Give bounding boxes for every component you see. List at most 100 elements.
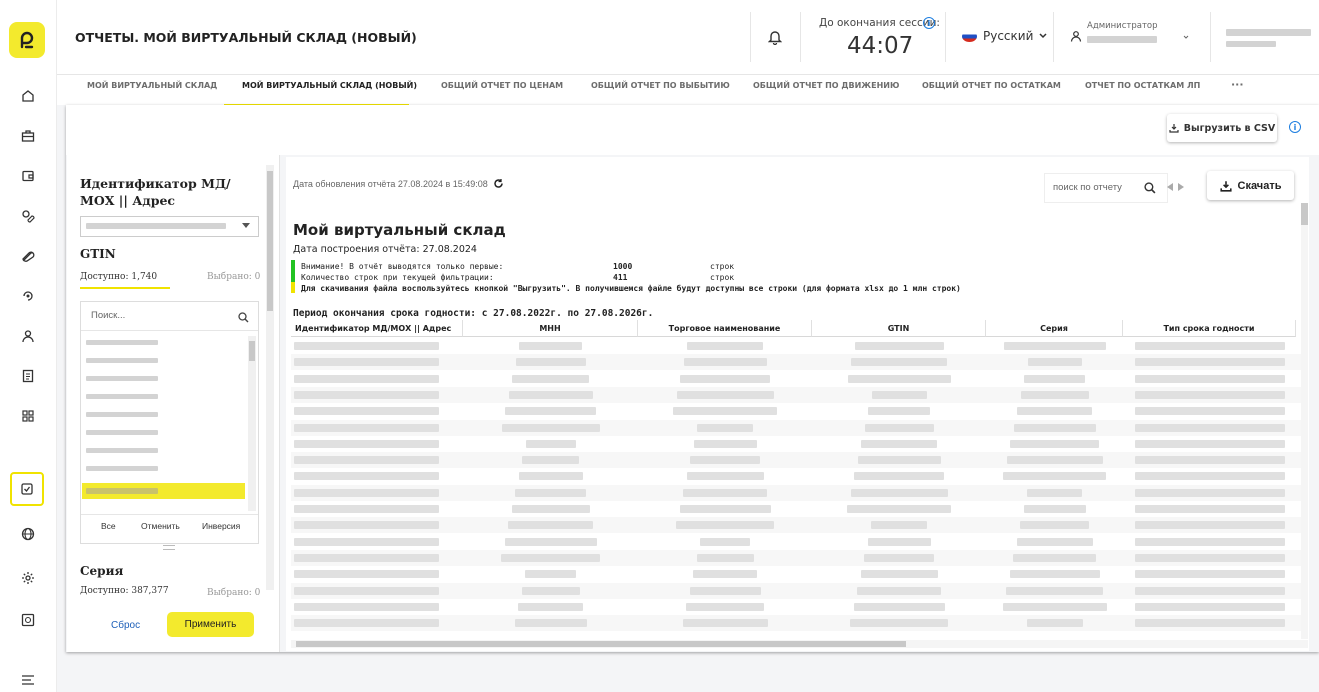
report-search-input[interactable]: поиск по отчету: [1044, 173, 1168, 203]
briefcase-icon[interactable]: [16, 124, 40, 148]
tab-more[interactable]: ···: [1231, 78, 1244, 91]
list-item[interactable]: [86, 430, 158, 435]
table-cell-redacted: [1016, 537, 1093, 546]
table-row[interactable]: [291, 452, 1301, 469]
column-header[interactable]: GTIN: [812, 320, 986, 337]
table-cell-redacted: [501, 423, 600, 432]
list-item[interactable]: [86, 340, 158, 345]
search-icon[interactable]: [238, 312, 249, 323]
table-cell-redacted: [687, 342, 763, 350]
report-tabs: МОЙ ВИРТУАЛЬНЫЙ СКЛАД МОЙ ВИРТУАЛЬНЫЙ СК…: [57, 75, 1319, 107]
table-row[interactable]: [291, 468, 1301, 485]
capsule-icon[interactable]: [16, 244, 40, 268]
invert-button[interactable]: Инверсия: [202, 521, 240, 531]
status-bar-green: [291, 260, 295, 282]
gear-icon[interactable]: [16, 566, 40, 590]
table-row[interactable]: [291, 566, 1301, 583]
table-vertical-scrollbar[interactable]: [1301, 203, 1308, 639]
list-item[interactable]: [86, 358, 158, 363]
list-item[interactable]: [86, 448, 158, 453]
table-cell-redacted: [508, 521, 593, 530]
filter-scrollbar[interactable]: [266, 165, 274, 590]
table-row[interactable]: [291, 338, 1301, 354]
table-cell-redacted: [1134, 488, 1285, 497]
address-select[interactable]: [80, 216, 259, 237]
column-header[interactable]: МНН: [463, 320, 638, 337]
arrow-left-icon[interactable]: [1166, 183, 1174, 191]
home-icon[interactable]: [16, 84, 40, 108]
table-row[interactable]: [291, 517, 1301, 534]
tab-disposal[interactable]: ОБЩИЙ ОТЧЕТ ПО ВЫБЫТИЮ: [591, 81, 730, 90]
cycle-icon[interactable]: [16, 284, 40, 308]
checkbox-icon[interactable]: [10, 472, 44, 506]
gtin-search-input[interactable]: Поиск...: [91, 310, 125, 321]
list-scrollbar[interactable]: [248, 336, 256, 511]
tab-stock-lp[interactable]: ОТЧЕТ ПО ОСТАТКАМ ЛП: [1085, 81, 1200, 90]
reset-button[interactable]: Сброс: [111, 620, 140, 631]
deselect-button[interactable]: Отменить: [141, 521, 180, 531]
table-row[interactable]: [291, 549, 1301, 566]
resize-handle[interactable]: [163, 545, 175, 550]
refresh-icon[interactable]: [493, 178, 504, 189]
tab-stock[interactable]: ОБЩИЙ ОТЧЕТ ПО ОСТАТКАМ: [922, 81, 1061, 90]
user-icon[interactable]: [16, 324, 40, 348]
table-cell-redacted: [700, 537, 750, 546]
table-cell-redacted: [1026, 619, 1083, 628]
tab-prices[interactable]: ОБЩИЙ ОТЧЕТ ПО ЦЕНАМ: [441, 81, 563, 90]
table-cell-redacted: [854, 472, 944, 481]
column-header[interactable]: Идентификатор МД/МОХ || Адрес: [291, 320, 463, 337]
table-row[interactable]: [291, 582, 1301, 599]
column-header[interactable]: Тип срока годности: [1123, 320, 1296, 337]
info-icon[interactable]: i: [923, 17, 935, 29]
table-row[interactable]: [291, 354, 1301, 371]
grid-icon[interactable]: [16, 404, 40, 428]
list-item[interactable]: [86, 466, 158, 471]
tab-movement[interactable]: ОБЩИЙ ОТЧЕТ ПО ДВИЖЕНИЮ: [753, 81, 899, 90]
bell-icon[interactable]: [767, 29, 783, 50]
column-header[interactable]: Серия: [986, 320, 1123, 337]
table-row[interactable]: [291, 598, 1301, 615]
table-cell-redacted: [294, 586, 439, 595]
language-selector[interactable]: Русский: [962, 29, 1047, 43]
globe-icon[interactable]: [16, 522, 40, 546]
arrow-right-icon[interactable]: [1177, 183, 1185, 191]
menu-icon[interactable]: [16, 668, 40, 692]
table-row[interactable]: [291, 533, 1301, 550]
list-item[interactable]: [86, 412, 158, 417]
column-header[interactable]: Торговое наименование: [638, 320, 812, 337]
table-horizontal-scrollbar[interactable]: [291, 640, 1308, 648]
apply-button[interactable]: Применить: [167, 612, 254, 637]
document-icon[interactable]: [16, 364, 40, 388]
table-row[interactable]: [291, 615, 1301, 632]
wallet-icon[interactable]: [16, 164, 40, 188]
chevron-down-icon[interactable]: [1183, 35, 1189, 40]
download-button[interactable]: Скачать: [1207, 171, 1294, 200]
table-row[interactable]: [291, 403, 1301, 420]
search-icon[interactable]: [1144, 182, 1156, 194]
video-icon[interactable]: [16, 608, 40, 632]
export-csv-button[interactable]: Выгрузить в CSV: [1167, 114, 1277, 142]
table-cell-redacted: [514, 619, 587, 628]
update-date: Дата обновления отчёта 27.08.2024 в 15:4…: [293, 178, 504, 189]
table-cell-redacted: [1027, 358, 1082, 367]
logo-icon[interactable]: [9, 22, 45, 58]
table-row[interactable]: [291, 370, 1301, 387]
tab-virtual-warehouse[interactable]: МОЙ ВИРТУАЛЬНЫЙ СКЛАД: [87, 81, 217, 90]
table-row[interactable]: [291, 386, 1301, 403]
table-cell-redacted: [861, 439, 937, 448]
list-item-selected[interactable]: [82, 483, 245, 499]
select-all-button[interactable]: Все: [101, 521, 116, 531]
table-row[interactable]: [291, 435, 1301, 452]
table-row[interactable]: [291, 419, 1301, 436]
table-cell-redacted: [676, 390, 774, 399]
period-label: Период окончания срока годности: с 27.08…: [293, 308, 654, 319]
table-cell-redacted: [1134, 472, 1285, 481]
table-row[interactable]: [291, 501, 1301, 517]
info-icon[interactable]: i: [1289, 121, 1301, 133]
tab-virtual-warehouse-new[interactable]: МОЙ ВИРТУАЛЬНЫЙ СКЛАД (НОВЫЙ): [242, 81, 417, 90]
pills-icon[interactable]: [16, 204, 40, 228]
table-cell-redacted: [1134, 586, 1285, 595]
list-item[interactable]: [86, 376, 158, 381]
list-item[interactable]: [86, 394, 158, 399]
table-row[interactable]: [291, 484, 1301, 501]
